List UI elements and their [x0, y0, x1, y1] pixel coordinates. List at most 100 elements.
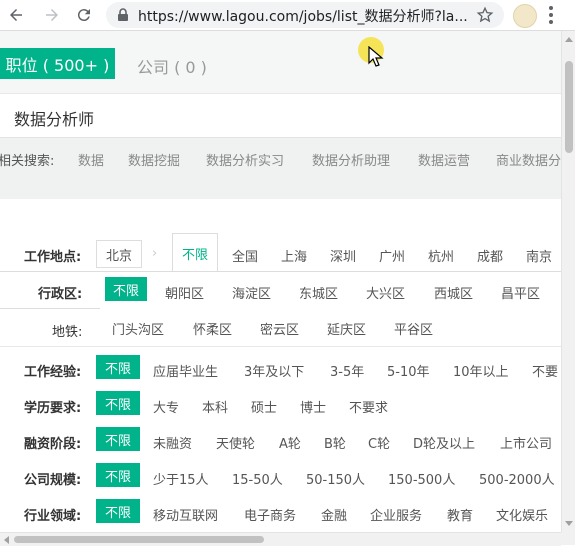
size-option[interactable]: 50-150人 — [306, 469, 365, 488]
browser-menu-icon[interactable] — [549, 6, 555, 24]
experience-option[interactable]: 3年及以下 — [244, 361, 304, 380]
filter-company-size: 公司规模: 不限 少于15人 15-50人 50-150人 150-500人 5… — [0, 458, 561, 494]
city-unlimited[interactable]: 不限 — [172, 233, 218, 273]
chevron-right-icon: › — [152, 246, 158, 261]
horizontal-scrollbar[interactable] — [0, 532, 561, 546]
filter-location: 工作地点: 北京 › 不限 全国 上海 深圳 广州 杭州 成都 南京 — [0, 233, 561, 273]
metro-label: 地铁: — [52, 325, 83, 340]
tab-companies[interactable]: 公司 ( 0 ) — [137, 54, 207, 78]
related-keyword[interactable]: 商业数据分 — [496, 150, 561, 169]
district-option[interactable]: 海淀区 — [232, 283, 271, 302]
size-option[interactable]: 150-500人 — [388, 469, 455, 488]
district-option[interactable]: 大兴区 — [366, 283, 405, 302]
experience-option[interactable]: 不要 — [532, 361, 558, 380]
education-option[interactable]: 大专 — [153, 397, 179, 416]
city-option[interactable]: 上海 — [281, 246, 307, 265]
industry-option[interactable]: 金融 — [321, 505, 347, 524]
address-bar[interactable]: https://www.lagou.com/jobs/list_数据分析师?la… — [106, 2, 504, 28]
related-keyword[interactable]: 数据运营 — [418, 150, 470, 169]
industry-option[interactable]: 教育 — [447, 505, 473, 524]
metro-option[interactable]: 平谷区 — [394, 319, 433, 338]
education-label: 学历要求: — [24, 401, 82, 416]
related-keyword[interactable]: 数据 — [78, 150, 104, 169]
financing-option[interactable]: 未融资 — [153, 433, 192, 452]
industry-option[interactable]: 文化娱乐 — [496, 505, 548, 524]
filter-metro: 门头沟区 怀柔区 密云区 延庆区 平谷区 — [100, 308, 561, 344]
education-option[interactable]: 博士 — [300, 397, 326, 416]
education-option[interactable]: 不要求 — [349, 397, 388, 416]
search-query: 数据分析师 — [14, 110, 95, 129]
back-arrow-icon[interactable] — [4, 3, 28, 27]
financing-option[interactable]: A轮 — [279, 433, 301, 452]
filter-financing: 融资阶段: 不限 未融资 天使轮 A轮 B轮 C轮 D轮及以上 上市公司 — [0, 422, 561, 458]
industry-option[interactable]: 移动互联网 — [153, 505, 218, 524]
related-keyword[interactable]: 数据分析助理 — [312, 150, 390, 169]
city-option[interactable]: 全国 — [232, 246, 258, 265]
district-label: 行政区: — [38, 287, 83, 302]
size-option[interactable]: 500-2000人 — [479, 469, 555, 488]
experience-option[interactable]: 10年以上 — [453, 361, 509, 380]
city-option[interactable]: 深圳 — [330, 246, 356, 265]
financing-option[interactable]: 天使轮 — [216, 433, 255, 452]
district-option[interactable]: 东城区 — [299, 283, 338, 302]
financing-option[interactable]: B轮 — [324, 433, 346, 452]
education-unlimited[interactable]: 不限 — [96, 391, 140, 415]
scrollbar-corner — [561, 532, 575, 545]
district-option[interactable]: 昌平区 — [501, 283, 540, 302]
financing-label: 融资阶段: — [24, 437, 82, 452]
city-option[interactable]: 成都 — [477, 246, 503, 265]
bookmark-star-icon[interactable] — [476, 6, 494, 24]
filter-district: 行政区: 不限 朝阳区 海淀区 东城区 大兴区 西城区 昌平区 — [0, 272, 561, 308]
vertical-scrollbar[interactable] — [561, 31, 575, 532]
search-input[interactable]: 数据分析师 — [0, 93, 561, 138]
scroll-down-icon[interactable] — [565, 521, 573, 526]
financing-option[interactable]: 上市公司 — [500, 433, 552, 452]
district-option[interactable]: 朝阳区 — [165, 283, 204, 302]
experience-option[interactable]: 5-10年 — [387, 361, 430, 380]
experience-option[interactable]: 3-5年 — [330, 361, 364, 380]
metro-option[interactable]: 延庆区 — [327, 319, 366, 338]
metro-option[interactable]: 怀柔区 — [193, 319, 232, 338]
education-option[interactable]: 本科 — [202, 397, 228, 416]
related-keyword[interactable]: 数据分析实习 — [206, 150, 284, 169]
experience-option[interactable]: 应届毕业生 — [153, 361, 218, 380]
scroll-up-icon[interactable] — [565, 37, 573, 42]
related-label: 相关搜索: — [0, 154, 55, 169]
related-searches: 相关搜索: 数据 数据挖掘 数据分析实习 数据分析助理 数据运营 商业数据分 — [0, 137, 561, 200]
size-unlimited[interactable]: 不限 — [96, 463, 140, 487]
profile-avatar[interactable] — [513, 4, 537, 28]
financing-unlimited[interactable]: 不限 — [96, 427, 140, 451]
tab-positions[interactable]: 职位 ( 500+ ) — [0, 48, 115, 79]
filter-experience: 工作经验: 不限 应届毕业生 3年及以下 3-5年 5-10年 10年以上 不要 — [0, 350, 561, 386]
size-option[interactable]: 少于15人 — [153, 469, 209, 488]
current-city[interactable]: 北京 — [96, 240, 142, 268]
reload-icon[interactable] — [72, 3, 96, 27]
scroll-left-icon[interactable] — [4, 536, 9, 544]
size-option[interactable]: 15-50人 — [232, 469, 283, 488]
financing-option[interactable]: D轮及以上 — [413, 433, 475, 452]
experience-unlimited[interactable]: 不限 — [96, 355, 140, 379]
mouse-cursor-icon — [368, 46, 384, 67]
city-option[interactable]: 南京 — [526, 246, 552, 265]
financing-option[interactable]: C轮 — [368, 433, 390, 452]
district-option[interactable]: 西城区 — [434, 283, 473, 302]
related-keyword[interactable]: 数据挖掘 — [128, 150, 180, 169]
industry-option[interactable]: 电子商务 — [244, 505, 296, 524]
education-option[interactable]: 硕士 — [251, 397, 277, 416]
industry-unlimited[interactable]: 不限 — [96, 499, 140, 523]
horizontal-scroll-thumb[interactable] — [14, 536, 264, 543]
industry-label: 行业领域: — [24, 509, 82, 524]
vertical-scroll-thumb[interactable] — [565, 61, 573, 153]
result-tabs: 职位 ( 500+ ) 公司 ( 0 ) — [0, 31, 561, 93]
metro-option[interactable]: 门头沟区 — [112, 319, 164, 338]
page-viewport: 职位 ( 500+ ) 公司 ( 0 ) 数据分析师 相关搜索: 数据 数据挖掘… — [0, 31, 561, 532]
size-label: 公司规模: — [24, 473, 82, 488]
metro-tab[interactable]: 地铁: — [0, 308, 100, 347]
district-unlimited[interactable]: 不限 — [105, 277, 147, 301]
industry-option[interactable]: 企业服务 — [370, 505, 422, 524]
metro-option[interactable]: 密云区 — [260, 319, 299, 338]
filter-industry: 行业领域: 不限 移动互联网 电子商务 金融 企业服务 教育 文化娱乐 — [0, 494, 561, 530]
city-option[interactable]: 广州 — [379, 246, 405, 265]
city-option[interactable]: 杭州 — [428, 246, 454, 265]
forward-arrow-icon[interactable] — [40, 3, 64, 27]
